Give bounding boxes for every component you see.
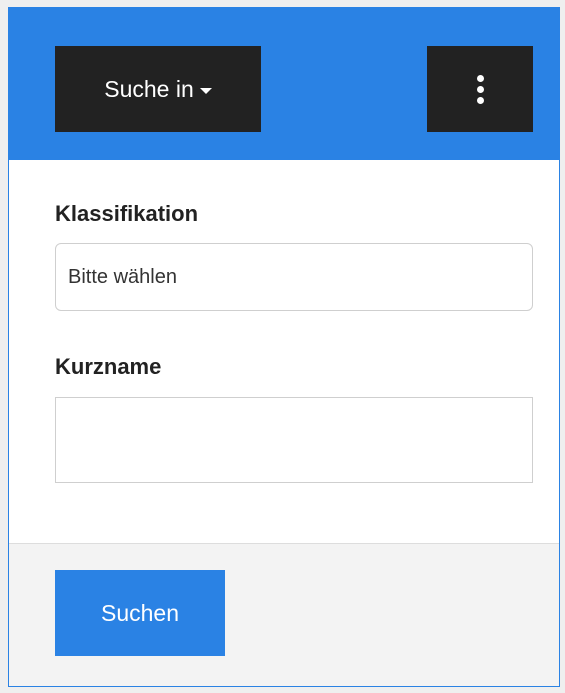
panel-header: Suche in	[9, 8, 559, 160]
more-options-button[interactable]	[427, 46, 533, 132]
search-in-label: Suche in	[104, 75, 194, 102]
classification-select[interactable]: Bitte wählen	[55, 243, 533, 311]
search-panel: Suche in Klassifikation Bitte wählen Kur…	[8, 7, 560, 687]
panel-footer: Suchen	[9, 543, 559, 686]
caret-down-icon	[199, 88, 212, 94]
search-in-dropdown-button[interactable]: Suche in	[55, 46, 261, 132]
classification-select-value: Bitte wählen	[68, 265, 177, 288]
short-name-label: Kurzname	[55, 354, 162, 379]
kebab-vertical-icon	[476, 74, 484, 104]
classification-label: Klassifikation	[55, 201, 199, 226]
search-submit-button[interactable]: Suchen	[55, 570, 225, 656]
short-name-input[interactable]	[55, 397, 533, 483]
